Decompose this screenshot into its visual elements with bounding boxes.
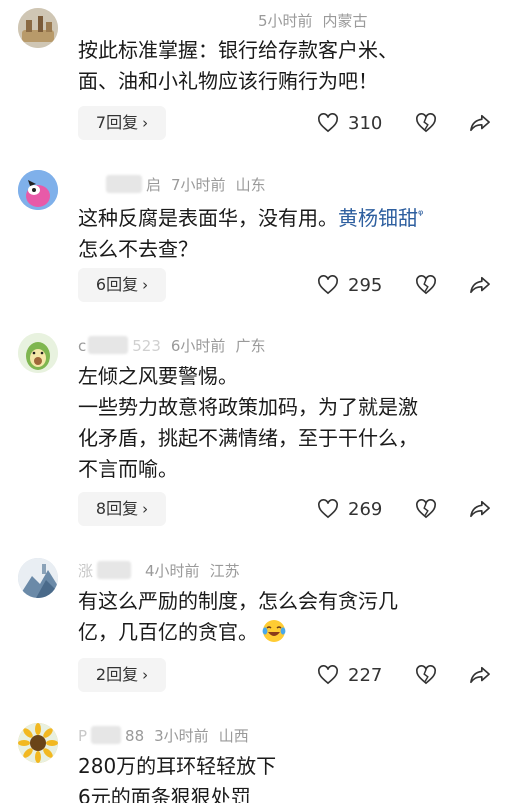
comment-actions: 269 [316, 492, 492, 526]
comment-text: 有这么严励的制度，怎么会有贪污几 亿，几百亿的贪官。 [78, 586, 498, 648]
redacted-username [97, 561, 132, 579]
chevron-right-icon: › [142, 114, 149, 132]
comment-line: 左倾之风要警惕。 [78, 364, 238, 388]
redacted-username [91, 726, 122, 744]
avatar[interactable] [18, 723, 58, 763]
reply-label: 8回复 [95, 499, 139, 518]
timestamp: 6小时前 [170, 337, 226, 355]
comment-line: 一些势力故意将政策加码，为了就是激 [78, 395, 418, 419]
comment-line: 有这么严励的制度，怎么会有贪污几 [78, 589, 398, 613]
broken-heart-icon[interactable] [414, 273, 438, 297]
comment-line: 这种反腐是表面华，没有用。黄杨钿甜ᵠ [78, 200, 498, 234]
reply-button[interactable]: 7回复 › [78, 106, 166, 140]
comment-text: 按此标准掌握：银行给存款客户米、 面、油和小礼物应该行贿行为吧！ [78, 35, 498, 97]
redacted-username [88, 336, 129, 354]
comment-line: 亿，几百亿的贪官。 [78, 617, 498, 648]
username-tail: 523 [132, 337, 161, 355]
comment-meta: P 88 3小时前 山西 [78, 725, 249, 746]
timestamp: 7小时前 [171, 176, 226, 194]
comment-actions: 310 [316, 106, 492, 140]
laughing-crying-emoji-icon [262, 619, 286, 643]
timestamp: 5小时前 [258, 12, 313, 30]
like-count: 269 [348, 498, 383, 520]
reply-label: 2回复 [95, 665, 139, 684]
comment-meta: 涨 4小时前 江苏 [78, 560, 240, 581]
like-count: 295 [348, 274, 383, 296]
avatar[interactable] [18, 333, 58, 373]
username-tail: 88 [125, 727, 145, 745]
avatar[interactable] [18, 170, 58, 210]
share-arrow-icon[interactable] [468, 273, 492, 297]
comment-meta: c 523 6小时前 广东 [78, 335, 265, 356]
location: 山西 [218, 727, 249, 745]
share-arrow-icon[interactable] [468, 497, 492, 521]
search-link[interactable]: 黄杨钿甜 [338, 206, 418, 230]
reply-button[interactable]: 2回复 › [78, 658, 166, 692]
location: 内蒙古 [322, 12, 368, 30]
heart-outline-icon[interactable] [316, 663, 340, 687]
comment-line-text: 亿，几百亿的贪官。 [78, 620, 258, 644]
comment-text: 左倾之风要警惕。 一些势力故意将政策加码，为了就是激 化矛盾，挑起不满情绪，至于… [78, 361, 498, 485]
comment-actions: 295 [316, 268, 492, 302]
timestamp: 3小时前 [154, 727, 209, 745]
username[interactable]: P [78, 727, 87, 745]
comment-meta: 5小时前 内蒙古 [78, 10, 368, 31]
reply-label: 7回复 [95, 113, 139, 132]
broken-heart-icon[interactable] [414, 663, 438, 687]
broken-heart-icon[interactable] [414, 111, 438, 135]
heart-outline-icon[interactable] [316, 273, 340, 297]
search-icon[interactable]: ᵠ [418, 208, 423, 223]
location: 广东 [235, 337, 266, 355]
comment-meta: 启 7小时前 山东 [78, 174, 266, 195]
username[interactable]: 涨 [78, 562, 93, 580]
comment-actions: 227 [316, 658, 492, 692]
heart-outline-icon[interactable] [316, 111, 340, 135]
username[interactable]: c [78, 337, 86, 355]
comment-line: 怎么不去查？ [78, 237, 198, 261]
timestamp: 4小时前 [145, 562, 200, 580]
comment-line: 面、油和小礼物应该行贿行为吧！ [78, 69, 378, 93]
avatar[interactable] [18, 8, 58, 48]
comment-line: 化矛盾，挑起不满情绪，至于干什么， [78, 426, 418, 450]
comment-text: 280万的耳环轻轻放下 6元的面条狠狠处罚 [78, 751, 498, 803]
share-arrow-icon[interactable] [468, 111, 492, 135]
like-count: 227 [348, 664, 383, 686]
location: 江苏 [209, 562, 240, 580]
avatar[interactable] [18, 558, 58, 598]
like-count: 310 [348, 112, 383, 134]
broken-heart-icon[interactable] [414, 497, 438, 521]
location: 山东 [235, 176, 266, 194]
comment-line: 6元的面条狠狠处罚 [78, 785, 251, 803]
reply-label: 6回复 [95, 275, 139, 294]
heart-outline-icon[interactable] [316, 497, 340, 521]
comment-text: 这种反腐是表面华，没有用。黄杨钿甜ᵠ 怎么不去查？ [78, 200, 498, 265]
chevron-right-icon: › [142, 500, 149, 518]
comment-line: 280万的耳环轻轻放下 [78, 754, 277, 778]
redacted-username [106, 175, 142, 193]
reply-button[interactable]: 8回复 › [78, 492, 166, 526]
comment-line: 按此标准掌握：银行给存款客户米、 [78, 38, 398, 62]
chevron-right-icon: › [142, 666, 149, 684]
reply-button[interactable]: 6回复 › [78, 268, 166, 302]
comment-line-text: 这种反腐是表面华，没有用。 [78, 206, 338, 230]
share-arrow-icon[interactable] [468, 663, 492, 687]
comment-line: 不言而喻。 [78, 457, 178, 481]
chevron-right-icon: › [142, 276, 149, 294]
username[interactable]: 启 [146, 176, 161, 194]
